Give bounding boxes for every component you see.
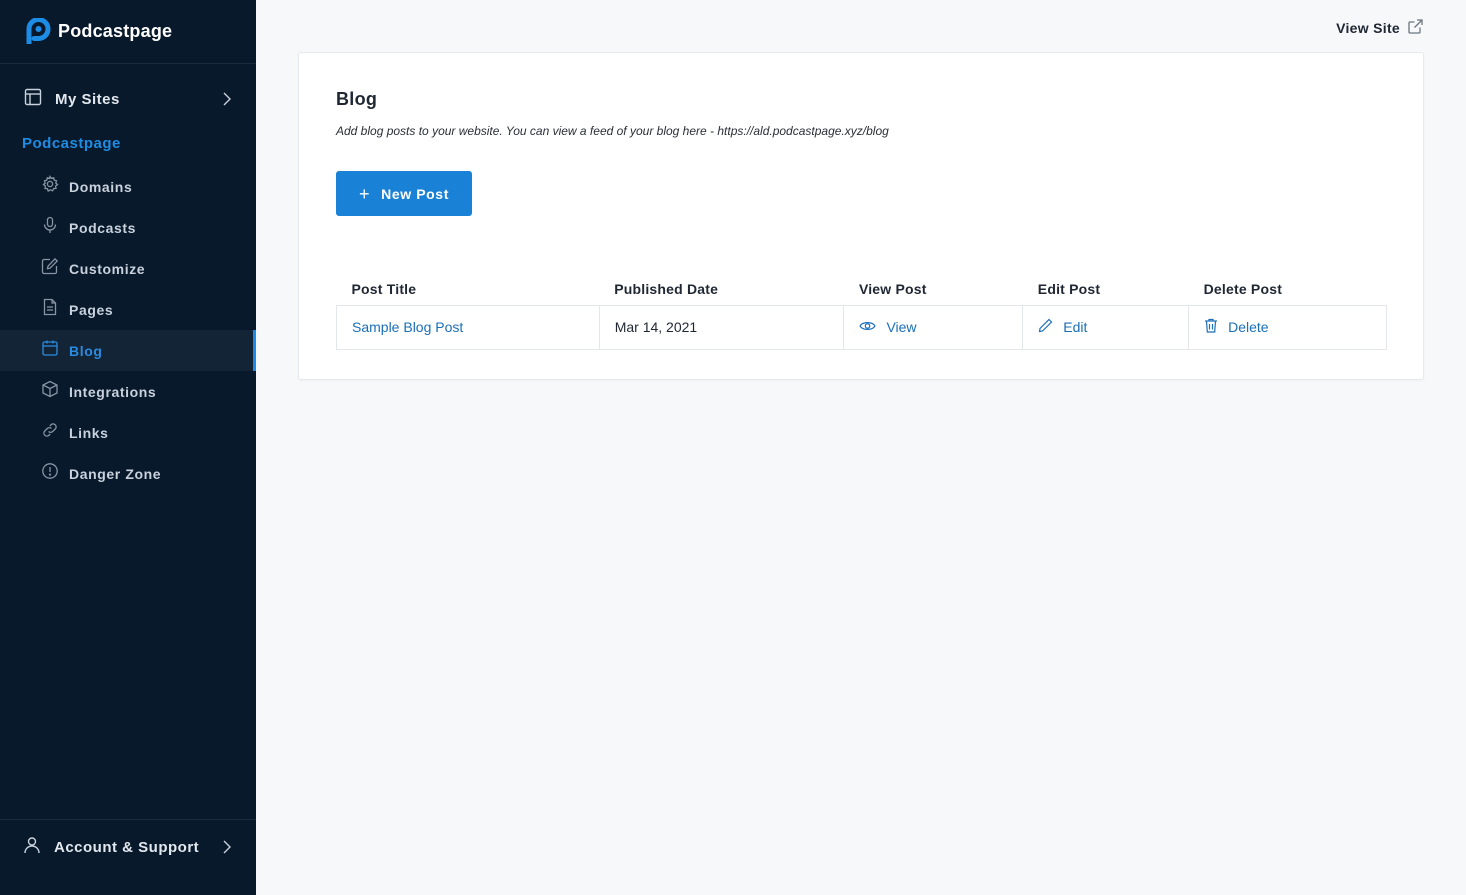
delete-post-button[interactable]: Delete — [1204, 318, 1371, 336]
sidebar-item-label: Domains — [69, 178, 133, 195]
sidebar: Podcastpage My Sites Podcastpage Domains… — [0, 0, 256, 895]
edit-post-button[interactable]: Edit — [1038, 318, 1173, 336]
site-nav: Domains Podcasts Customize Pages Blog In… — [0, 166, 256, 494]
sidebar-item-pages[interactable]: Pages — [0, 289, 256, 330]
page-icon — [41, 298, 59, 321]
trash-icon — [1204, 318, 1228, 336]
gear-icon — [41, 174, 59, 198]
new-post-button[interactable]: + New Post — [336, 171, 472, 216]
site-section-title[interactable]: Podcastpage — [22, 135, 121, 152]
pencil-icon — [1038, 318, 1063, 336]
posts-table: Post Title Published Date View Post Edit… — [336, 273, 1387, 350]
external-link-icon — [1400, 19, 1423, 37]
view-site-label: View Site — [1336, 20, 1400, 36]
divider — [0, 819, 256, 820]
sidebar-item-label: Podcasts — [69, 219, 137, 236]
sidebar-item-label: Integrations — [69, 383, 157, 400]
edit-label: Edit — [1063, 319, 1088, 335]
my-sites-link[interactable]: My Sites — [0, 79, 256, 119]
alert-icon — [41, 462, 59, 485]
link-icon — [41, 421, 59, 444]
delete-label: Delete — [1228, 319, 1269, 335]
post-title-link[interactable]: Sample Blog Post — [352, 319, 463, 335]
column-header-edit-post: Edit Post — [1037, 280, 1101, 297]
table-header-row: Post Title Published Date View Post Edit… — [337, 273, 1387, 305]
eye-icon — [859, 319, 886, 335]
sidebar-item-customize[interactable]: Customize — [0, 248, 256, 289]
new-post-label: New Post — [381, 185, 449, 202]
column-header-published-date: Published Date — [614, 280, 719, 297]
podcastpage-logo-icon — [26, 17, 51, 46]
layout-icon — [24, 88, 42, 111]
view-label: View — [886, 319, 917, 335]
sidebar-item-danger-zone[interactable]: Danger Zone — [0, 453, 256, 494]
sidebar-item-label: Blog — [69, 342, 103, 359]
account-support-label: Account & Support — [54, 838, 200, 856]
sidebar-item-blog[interactable]: Blog — [0, 330, 256, 371]
published-date-cell: Mar 14, 2021 — [598, 304, 845, 350]
sidebar-item-label: Links — [69, 424, 109, 441]
sidebar-item-label: Customize — [69, 260, 146, 277]
sidebar-item-label: Pages — [69, 301, 114, 318]
page-title: Blog — [336, 89, 378, 109]
edit-icon — [41, 257, 59, 280]
column-header-delete-post: Delete Post — [1203, 280, 1283, 297]
post-title-cell: Sample Blog Post — [336, 304, 600, 350]
delete-post-cell: Delete — [1188, 304, 1387, 350]
view-post-button[interactable]: View — [859, 319, 1007, 335]
cube-icon — [41, 380, 59, 403]
column-header-view-post: View Post — [858, 280, 927, 297]
table-row: Sample Blog Post Mar 14, 2021 View Edit … — [336, 304, 1387, 350]
page-description: Add blog posts to your website. You can … — [336, 124, 889, 138]
view-post-cell: View — [843, 304, 1024, 350]
sidebar-item-integrations[interactable]: Integrations — [0, 371, 256, 412]
sidebar-item-podcasts[interactable]: Podcasts — [0, 207, 256, 248]
edit-post-cell: Edit — [1022, 304, 1190, 350]
brand-name: Podcastpage — [58, 20, 173, 41]
logo[interactable]: Podcastpage — [26, 17, 173, 46]
plus-icon: + — [359, 183, 371, 204]
sidebar-item-links[interactable]: Links — [0, 412, 256, 453]
blog-card: Blog Add blog posts to your website. You… — [298, 52, 1424, 380]
column-header-post-title: Post Title — [351, 280, 417, 297]
account-support-link[interactable]: Account & Support — [0, 827, 256, 867]
chevron-right-icon — [222, 91, 232, 112]
calendar-icon — [41, 339, 59, 362]
user-icon — [23, 836, 41, 859]
my-sites-label: My Sites — [55, 90, 120, 108]
sidebar-item-label: Danger Zone — [69, 465, 162, 482]
sidebar-item-domains[interactable]: Domains — [0, 166, 256, 207]
microphone-icon — [41, 216, 59, 239]
view-site-link[interactable]: View Site — [1336, 19, 1423, 37]
chevron-right-icon — [222, 839, 232, 860]
divider — [0, 63, 256, 64]
